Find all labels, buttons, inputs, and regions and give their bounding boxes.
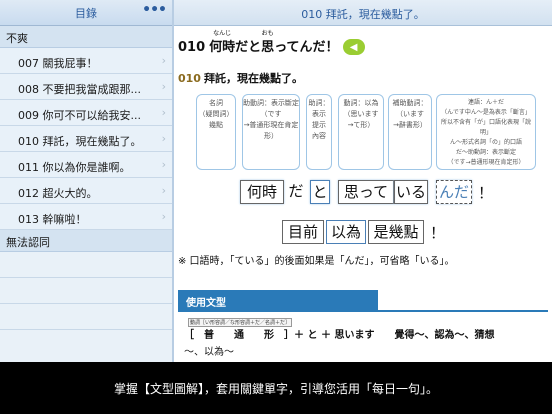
sidebar-header: 目錄 ••• [0, 0, 172, 26]
translation-text: 拜託，現在幾點了。 [203, 72, 303, 85]
sidebar-item-012[interactable]: 012 超火大的。 › [0, 178, 172, 204]
sidebar-item-label: 010 拜託，現在幾點了。 [18, 135, 142, 148]
usage-note: ※ 口語時，「ている」的後面如果是「んだ」，可省略「いる」。 [178, 256, 455, 267]
ruby-reading: おも [261, 30, 274, 37]
grammar-bubble-verb: 動詞：以為 （思います →て形） [338, 94, 384, 170]
main-header: 010 拜託，現在幾點了。 [174, 0, 552, 26]
word-box-nanji[interactable]: 何時 [240, 180, 284, 204]
grammar-bubble-aux: 補助動詞： （います →辭書形） [388, 94, 432, 170]
chevron-right-icon: › [161, 80, 166, 93]
grammar-bubble-noun: 名詞 （疑問詞） 幾點 [196, 94, 236, 170]
main-pane: 010 拜託，現在幾點了。 010 なんじ 何時 だと おも思 ってんだ！ ◀ 0… [174, 0, 552, 362]
chevron-right-icon: › [161, 54, 166, 67]
sidebar-item-013[interactable]: 013 幹嘛啦！ › [0, 204, 172, 230]
chevron-right-icon: › [161, 106, 166, 119]
sidebar-item-009[interactable]: 009 你可不可以給我安... › [0, 100, 172, 126]
more-icon[interactable]: ••• [142, 2, 167, 18]
chevron-right-icon: › [161, 210, 166, 223]
word-box-omotte[interactable]: 思って [338, 180, 394, 204]
translation-number: 010 [178, 72, 201, 85]
exclamation-mark: ！ [430, 224, 446, 242]
sidebar-item-label: 009 你可不可以給我安... [18, 109, 141, 122]
usage-formula: ［ 普 通 形 ］＋ と ＋ 思います 覺得～、認為～、猜想 [184, 330, 495, 341]
word-nanji: なんじ 何時 [209, 30, 236, 55]
sidebar-item-010[interactable]: 010 拜託，現在幾點了。 › [0, 126, 172, 152]
sidebar-item-label: 011 你以為你是誰啊。 [18, 161, 131, 174]
translation-box-yiwei: 以為 [326, 220, 366, 244]
sidebar-section-wufarentong[interactable]: 無法認同 [0, 230, 172, 252]
translation-box-shijidian: 是幾點 [368, 220, 424, 244]
sidebar-item-label: 008 不要把我當成跟那... [18, 83, 141, 96]
usage-divider [178, 310, 548, 312]
word-box-iru[interactable]: いる [394, 180, 428, 204]
sentence-number: 010 [178, 40, 206, 55]
usage-header: 使用文型 [178, 290, 378, 310]
usage-meaning: ～、以為～ [184, 347, 234, 358]
translation-box-mumian: 目前 [282, 220, 324, 244]
chevron-right-icon: › [161, 158, 166, 171]
sidebar-empty-row [0, 252, 172, 278]
chevron-right-icon: › [161, 184, 166, 197]
sentence-segment: ってんだ！ [274, 40, 339, 55]
sentence-segment: だと [235, 40, 262, 55]
ruby-reading: なんじ [213, 30, 232, 37]
japanese-sentence: 010 なんじ 何時 だと おも思 ってんだ！ ◀ [178, 30, 365, 55]
sidebar-item-label: 007 關我屁事！ [18, 57, 98, 70]
sidebar-item-label: 013 幹嘛啦！ [18, 213, 87, 226]
sidebar: 目錄 ••• 不爽 007 關我屁事！ › 008 不要把我當成跟那... › 00… [0, 0, 172, 362]
grammar-bubble-particle: 助詞： 表示 提示 內容 [306, 94, 332, 170]
word-box-da[interactable]: だ [282, 180, 310, 204]
sidebar-empty-row [0, 278, 172, 304]
chevron-right-icon: › [161, 132, 166, 145]
sidebar-item-011[interactable]: 011 你以為你是誰啊。 › [0, 152, 172, 178]
grammar-bubble-renku: 連語：ん＋だ （んです中ん～是為表示「斷言」 所以不含有「が」口語化表現「說明」… [436, 94, 536, 170]
chinese-translation: 010 拜託，現在幾點了。 [178, 70, 303, 86]
word-box-nda[interactable]: んだ [436, 180, 472, 204]
word-box-to[interactable]: と [310, 180, 330, 204]
sidebar-item-008[interactable]: 008 不要把我當成跟那... › [0, 74, 172, 100]
sidebar-item-label: 012 超火大的。 [18, 187, 98, 200]
word-omo: おも思 [261, 30, 275, 55]
speaker-icon[interactable]: ◀ [342, 39, 365, 55]
exclamation-mark: ！ [478, 184, 494, 202]
sidebar-section-buhshuang[interactable]: 不爽 [0, 26, 172, 48]
grammar-bubble-auxverb: 助動詞：表示斷定 （です →普通形現在肯定形） [242, 94, 300, 170]
promo-caption: 掌握【文型圖解】，套用關鍵單字，引導您活用「每日一句」。 [0, 362, 552, 414]
sidebar-empty-row [0, 304, 172, 330]
sidebar-item-007[interactable]: 007 關我屁事！ › [0, 48, 172, 74]
